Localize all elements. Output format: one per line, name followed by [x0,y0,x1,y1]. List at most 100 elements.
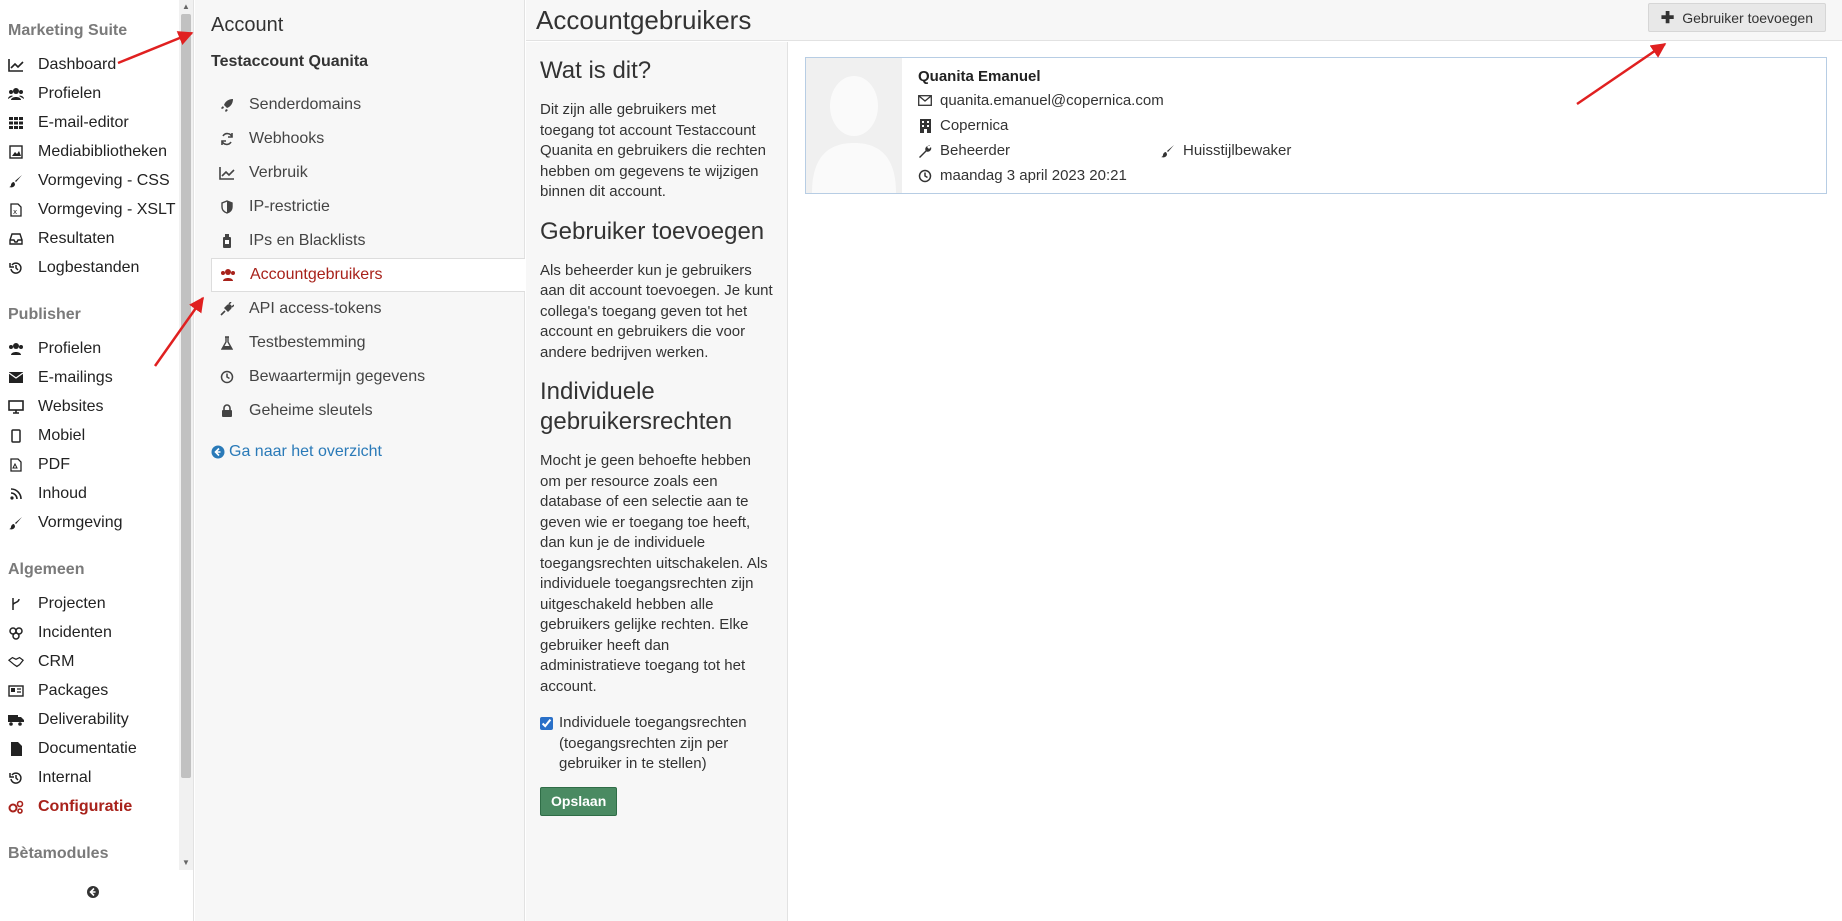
main-sidebar-scroll: Marketing Suite Dashboard Profielen E-ma… [0,0,178,870]
sidebar-item-internal[interactable]: Internal [0,763,178,792]
sidebar-item-profielen[interactable]: Profielen [0,79,178,108]
section-title-marketing-suite: Marketing Suite [8,22,128,39]
truck-icon [8,712,24,728]
sidebar-item-projecten[interactable]: Projecten [0,589,178,618]
page-header: Accountgebruikers ✚ Gebruiker toevoegen [526,0,1842,41]
sidebar-item-deliverability[interactable]: Deliverability [0,705,178,734]
sidebar-item-pdf[interactable]: PDF [0,450,178,479]
brush-icon [8,173,24,189]
default-avatar-icon [806,58,902,193]
line-chart-icon [219,165,235,181]
avatar [806,58,902,193]
subnav-item-accountgebruikers[interactable]: Accountgebruikers [211,258,525,292]
subnav-item-ips-en-blacklists[interactable]: IPs en Blacklists [211,224,525,258]
subnav-item-ip-restrictie[interactable]: IP-restrictie [211,190,525,224]
shield-icon [219,199,235,215]
sidebar-item-logbestanden[interactable]: Logbestanden [0,253,178,282]
sidebar-item-label: Websites [38,397,104,415]
sidebar-item-configuratie[interactable]: Configuratie [0,792,178,821]
user-role-brand: Huisstijlbewaker [1183,142,1292,159]
sidebar-item-label: E-mailings [38,368,113,386]
svg-text:x: x [13,208,17,216]
subnav-item-api-access-tokens[interactable]: API access-tokens [211,292,525,326]
scrollbar-thumb[interactable] [181,14,191,778]
bottle-icon [219,233,235,249]
bugs-icon [8,625,24,641]
document-icon [8,741,24,757]
sidebar-scrollbar[interactable]: ▲ ▼ [179,0,193,870]
subnav-item-verbruik[interactable]: Verbruik [211,156,525,190]
page-title: Accountgebruikers [536,5,752,35]
envelope-outline-icon [918,94,932,108]
sidebar-item-incidenten[interactable]: Incidenten [0,618,178,647]
sidebar-item-dashboard[interactable]: Dashboard [0,50,178,79]
subnav-item-label: Webhooks [249,130,325,147]
sidebar-item-label: Incidenten [38,623,112,641]
subnav-item-webhooks[interactable]: Webhooks [211,122,525,156]
subnav-item-label: Senderdomains [249,96,362,113]
sidebar-item-vormgeving[interactable]: Vormgeving [0,508,178,537]
scroll-down-arrow-icon[interactable]: ▼ [182,859,190,867]
rss-icon [8,486,24,502]
subnav-item-senderdomains[interactable]: Senderdomains [211,88,525,122]
collapse-sidebar-button[interactable] [86,885,104,903]
scroll-up-arrow-icon[interactable]: ▲ [182,3,190,11]
sidebar-item-label: Mediabibliotheken [38,142,167,160]
sidebar-item-label: Documentatie [38,739,137,757]
individual-rights-label: Individuele toegangsrechten (toegangsrec… [559,714,747,772]
clock-icon [918,169,932,183]
sidebar-item-resultaten[interactable]: Resultaten [0,224,178,253]
refresh-icon [219,131,235,147]
sidebar-item-crm[interactable]: CRM [0,647,178,676]
info-heading-what-is-this: Wat is dit? [540,57,652,84]
sidebar-item-label: Vormgeving [38,513,123,531]
sidebar-item-inhoud[interactable]: Inhoud [0,479,178,508]
clock-icon [219,369,235,385]
user-last-login-row: maandag 3 april 2023 20:21 [918,167,1127,184]
overview-link-label: Ga naar het overzicht [229,443,382,460]
rocket-icon [219,97,235,113]
sidebar-item-e-mailings[interactable]: E-mailings [0,363,178,392]
individual-rights-checkbox[interactable] [540,717,553,730]
sidebar-item-label: Logbestanden [38,258,140,276]
image-icon [8,144,24,160]
subnav-item-geheime-sleutels[interactable]: Geheime sleutels [211,394,525,428]
sidebar-item-vormgeving-xslt[interactable]: x Vormgeving - XSLT [0,195,178,224]
sidebar-item-label: Configuratie [38,797,133,815]
sidebar-item-e-mail-editor[interactable]: E-mail-editor [0,108,178,137]
sidebar-item-label: Inhoud [38,484,87,502]
sidebar-item-label: Deliverability [38,710,129,728]
lock-icon [219,403,235,419]
save-button[interactable]: Opslaan [540,786,618,816]
subnav-item-testbestemming[interactable]: Testbestemming [211,326,525,360]
sidebar-item-label: PDF [38,455,70,473]
circle-arrow-left-icon [211,445,225,459]
user-name: Quanita Emanuel [918,68,1041,85]
info-heading-individual-rights: Individuele gebruikersrechten [540,378,733,435]
user-role-brand-row: Huisstijlbewaker [1161,142,1291,159]
sidebar-item-documentatie[interactable]: Documentatie [0,734,178,763]
sidebar-item-vormgeving-css[interactable]: Vormgeving - CSS [0,166,178,195]
user-card[interactable]: Quanita Emanuel quanita.emanuel@copernic… [805,57,1827,194]
building-icon [918,118,932,133]
sidebar-item-websites[interactable]: Websites [0,392,178,421]
sidebar-item-publisher-profielen[interactable]: Profielen [0,334,178,363]
branch-icon [8,596,24,612]
subnav-item-label: Testbestemming [249,334,366,351]
add-user-button[interactable]: ✚ Gebruiker toevoegen [1647,3,1826,32]
flask-icon [219,335,235,351]
sidebar-item-mobiel[interactable]: Mobiel [0,421,178,450]
info-panel: Wat is dit? Dit zijn alle gebruikers met… [526,42,788,921]
section-title-publisher: Publisher [8,306,81,323]
account-subnav: Account Testaccount Quanita Senderdomain… [195,0,525,921]
subnav-item-bewaartermijn-gegevens[interactable]: Bewaartermijn gegevens [211,360,525,394]
overview-link[interactable]: Ga naar het overzicht [211,443,382,461]
individual-rights-option[interactable]: Individuele toegangsrechten (toegangsrec… [540,713,773,775]
user-company-row: Copernica [918,117,1008,134]
sidebar-item-packages[interactable]: Packages [0,676,178,705]
info-text-what-is-this: Dit zijn alle gebruikers met toegang tot… [540,101,766,200]
subnav-item-label: Verbruik [249,164,308,181]
users-icon [220,267,236,283]
sidebar-item-mediabibliotheken[interactable]: Mediabibliotheken [0,137,178,166]
subnav-item-label: IP-restrictie [249,198,330,215]
